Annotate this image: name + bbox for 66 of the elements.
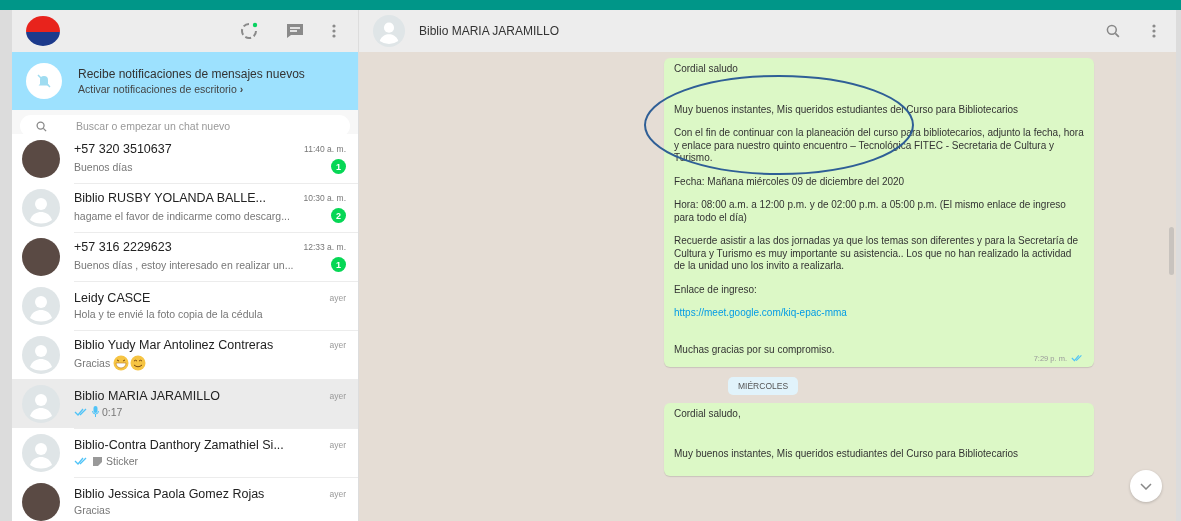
date-chip: MIÉRCOLES (728, 376, 799, 395)
message-icon[interactable] (286, 23, 304, 39)
message-time: 10:30 a. m. (303, 193, 346, 203)
default-avatar-icon (22, 433, 60, 472)
contact-name: Leidy CASCE (74, 290, 151, 305)
unread-count-badge: 2 (331, 208, 346, 223)
message-text: Cordial saludo (674, 63, 739, 76)
status-icon[interactable] (240, 22, 258, 40)
contact-name: Biblio RUSBY YOLANDA BALLE... (74, 191, 266, 205)
contact-name: Biblio Yudy Mar Antolinez Contreras (74, 337, 274, 352)
menu-icon[interactable] (332, 24, 336, 38)
message-time: ayer (329, 292, 346, 303)
message-preview: hagame el favor de indicarme como descarg... (74, 209, 290, 222)
sticker-icon (92, 455, 103, 466)
message-text: Fecha: Mañana miércoles 09 de diciembre del 2020 (674, 175, 906, 188)
message-text: Muy buenos instantes, Mis queridos estudiantes del Curso para Bibliotecarios (674, 448, 1020, 461)
message-text: Muy buenos instantes, Mis queridos estudiantes del Curso para Bibliotecarios (674, 103, 1020, 116)
muted-bell-icon (26, 63, 62, 99)
message-time: 11:40 a. m. (304, 144, 346, 154)
smiley-faces-icon (113, 354, 148, 371)
message-preview: Gracias (74, 356, 111, 369)
chat-item[interactable]: Biblio MARIA JARAMILLO ayer 0:17 (12, 379, 358, 428)
message-preview: 0:17 (102, 405, 123, 418)
message-text: Enlace de ingreso: (674, 283, 758, 296)
message-text: Muchas gracias por su compromiso. (674, 344, 836, 357)
contact-name: +57 316 2229623 (74, 240, 172, 254)
contact-name: +57 320 3510637 (74, 142, 172, 156)
message-preview: Buenos días (74, 160, 133, 173)
message-text: Hora: 08:00 a.m. a 12:00 p.m. y de 02:00 p.m. a 05:00 p.m. (El mismo enlace de ingreso para todo el día) (674, 199, 1067, 224)
message-preview: Gracias (74, 503, 111, 516)
default-avatar-icon (22, 286, 60, 325)
photo-placeholder (22, 482, 60, 521)
message-preview: Buenos días , estoy interesado en realizar un... (74, 258, 294, 271)
search-icon[interactable] (1106, 24, 1120, 38)
message-time: ayer (329, 339, 346, 350)
scroll-down-button[interactable] (1130, 470, 1162, 502)
profile-avatar[interactable] (26, 16, 60, 46)
default-avatar-icon (22, 335, 60, 374)
chat-title: Biblio MARIA JARAMILLO (419, 24, 560, 38)
message-time: ayer (329, 488, 346, 499)
message-time: ayer (329, 439, 346, 450)
chat-item[interactable]: +57 320 3510637 11:40 a. m. Buenos días 1 (12, 134, 358, 183)
message-time: 12:33 a. m. (303, 242, 346, 252)
photo-placeholder (22, 139, 60, 178)
message-preview: Sticker (106, 454, 139, 467)
message-text: Cordial saludo, (674, 407, 742, 420)
menu-icon[interactable] (1152, 24, 1156, 38)
microphone-icon (92, 406, 99, 417)
unread-count-badge: 1 (331, 257, 346, 272)
unread-count-badge: 1 (331, 159, 346, 174)
scrollbar[interactable] (1169, 227, 1174, 275)
message-text: Recuerde asistir a las dos jornadas ya que los temas son diferentes y para la Secretaría de Cultura y Turismo es muy importante su asistencia.. Los que no han realizado la actividad de la unidad uno los invito a realizarla. (674, 235, 1080, 273)
message-time: ayer (329, 390, 346, 401)
photo-placeholder (22, 237, 60, 276)
default-avatar-icon (22, 188, 60, 227)
search-field[interactable]: Buscar o empezar un chat nuevo (20, 115, 350, 137)
banner-title: Recibe notificaciones de mensajes nuevos (78, 67, 305, 81)
contact-name: Biblio-Contra Danthory Zamathiel Si... (74, 437, 284, 452)
contact-name: Biblio Jessica Paola Gomez Rojas (74, 486, 265, 501)
default-avatar-icon (22, 384, 60, 423)
contact-name: Biblio MARIA JARAMILLO (74, 388, 220, 403)
message-preview: Hola y te envié la foto copia de la cédula (74, 307, 263, 320)
chevron-down-icon (1140, 482, 1152, 490)
enable-notifications-link[interactable]: Activar notificaciones de escritorio › (78, 83, 305, 95)
search-icon (36, 121, 47, 132)
default-avatar-icon (373, 15, 405, 47)
